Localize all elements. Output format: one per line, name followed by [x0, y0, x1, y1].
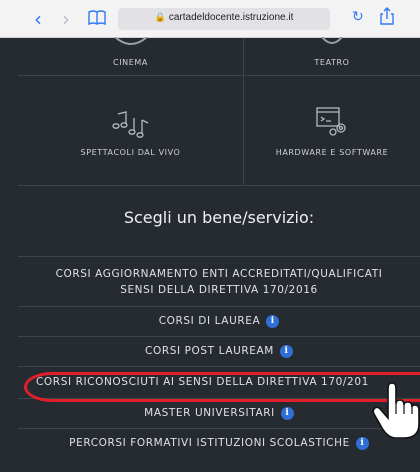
info-icon[interactable]: i	[266, 314, 280, 328]
url-text: cartadeldocente.istruzione.it	[168, 12, 294, 23]
browser-toolbar: ‹ › 🔒 cartadeldocente.istruzione.it ↻	[0, 0, 420, 38]
category-teatro[interactable]: TEATRO	[244, 36, 420, 76]
address-bar[interactable]: 🔒 cartadeldocente.istruzione.it	[118, 8, 330, 30]
category-hardware[interactable]: HARDWARE E SOFTWARE	[244, 76, 420, 186]
category-label: CINEMA	[113, 58, 148, 67]
forward-icon[interactable]: ›	[58, 9, 74, 29]
music-notes-icon	[111, 108, 150, 142]
section-heading: Scegli un bene/servizio:	[123, 208, 315, 227]
share-icon[interactable]	[380, 7, 394, 25]
service-item-corsi-riconosciuti[interactable]: CORSI RICONOSCIUTI AI SENSI DELLA DIRETT…	[18, 366, 420, 398]
info-icon[interactable]: i	[355, 436, 369, 450]
category-label: TEATRO	[314, 58, 350, 67]
bookmarks-icon[interactable]	[88, 10, 106, 26]
service-item-corsi-aggiornamento[interactable]: CORSI AGGIORNAMENTO ENTI ACCREDITATI/QUA…	[18, 256, 420, 306]
service-label-line2: SENSI DELLA DIRETTIVA 170/2016	[120, 284, 318, 296]
hardware-software-icon	[315, 106, 349, 140]
category-cinema[interactable]: CINEMA	[18, 36, 244, 76]
service-label: CORSI AGGIORNAMENTO ENTI ACCREDITATI/QUA…	[55, 268, 383, 280]
service-item-corsi-post-lauream[interactable]: CORSI POST LAUREAM i	[18, 336, 420, 366]
service-label: PERCORSI FORMATIVI ISTITUZIONI SCOLASTIC…	[69, 437, 350, 449]
category-label: SPETTACOLI DAL VIVO	[80, 148, 181, 157]
reload-icon[interactable]: ↻	[352, 9, 364, 25]
lock-icon: 🔒	[154, 12, 166, 22]
info-icon[interactable]: i	[279, 344, 293, 358]
service-item-percorsi-formativi[interactable]: PERCORSI FORMATIVI ISTITUZIONI SCOLASTIC…	[18, 428, 420, 472]
service-item-corsi-laurea[interactable]: CORSI DI LAUREA i	[18, 306, 420, 336]
category-spettacoli[interactable]: SPETTACOLI DAL VIVO	[18, 76, 244, 186]
service-label: CORSI POST LAUREAM	[145, 345, 274, 357]
service-label: CORSI DI LAUREA	[158, 315, 261, 327]
service-label: CORSI RICONOSCIUTI AI SENSI DELLA DIRETT…	[36, 376, 369, 388]
theatre-icon	[320, 32, 344, 51]
category-label: HARDWARE E SOFTWARE	[275, 148, 389, 157]
category-grid: CINEMA TEATRO SPETTACOLI DAL VIVO HARDWA…	[18, 36, 420, 186]
info-icon[interactable]: i	[280, 406, 294, 420]
pointer-hand-icon	[370, 380, 420, 440]
back-icon[interactable]: ‹	[30, 9, 46, 29]
service-item-master-universitari[interactable]: MASTER UNIVERSITARI i	[18, 398, 420, 428]
service-label: MASTER UNIVERSITARI	[144, 407, 275, 419]
cinema-icon	[111, 32, 151, 51]
